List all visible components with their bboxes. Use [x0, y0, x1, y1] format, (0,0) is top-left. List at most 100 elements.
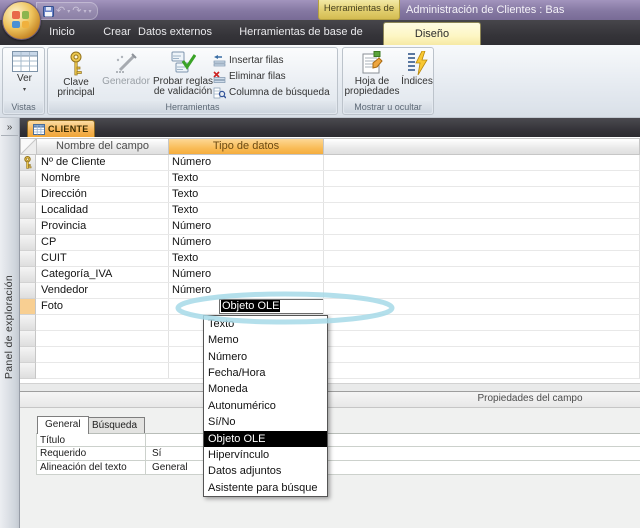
dropdown-option[interactable]: Sí/No [204, 414, 327, 430]
field-name-cell[interactable] [36, 315, 169, 331]
dropdown-option[interactable]: Objeto OLE [204, 430, 327, 447]
ver-button[interactable]: Ver ▾ [7, 51, 42, 95]
qat-customize-icon[interactable]: ▾ [88, 8, 91, 15]
data-type-cell[interactable]: Texto [168, 203, 324, 219]
data-type-cell[interactable]: Número [168, 155, 324, 171]
grid-corner-header[interactable] [20, 138, 37, 155]
description-cell[interactable] [323, 251, 640, 267]
field-name-cell[interactable]: Vendedor [36, 283, 169, 299]
description-cell[interactable] [323, 283, 640, 299]
row-selector[interactable] [20, 363, 36, 379]
row-selector[interactable] [20, 315, 36, 331]
data-type-cell[interactable]: Número [168, 267, 324, 283]
field-name-cell[interactable]: CUIT [36, 251, 169, 267]
description-cell[interactable] [323, 235, 640, 251]
property-label: Título [37, 434, 146, 447]
description-cell[interactable] [323, 155, 640, 171]
row-selector[interactable] [20, 171, 36, 187]
row-selector[interactable] [20, 235, 36, 251]
undo-caret-icon[interactable]: ▾ [67, 8, 70, 15]
data-type-cell[interactable]: Número [168, 235, 324, 251]
generador-button[interactable]: Generador [102, 51, 150, 87]
data-type-cell[interactable]: Número [168, 219, 324, 235]
hoja-propiedades-button[interactable]: Hoja de propiedades [344, 51, 400, 97]
data-type-combobox[interactable]: Objeto OLE▼ [219, 299, 323, 314]
data-type-cell[interactable]: Texto [168, 187, 324, 203]
tab-diseno-active[interactable]: Diseño [383, 22, 481, 45]
dropdown-option[interactable]: Moneda [204, 381, 327, 397]
field-name-cell[interactable]: Nombre [36, 171, 169, 187]
field-name-cell[interactable]: Nº de Cliente [36, 155, 169, 171]
column-header-tipo-de-datos[interactable]: Tipo de datos [168, 138, 324, 155]
tab-herramientas-bd[interactable]: Herramientas de base de datos [226, 20, 376, 63]
dropdown-option[interactable]: Texto [204, 316, 327, 332]
nav-pane-label[interactable]: Panel de exploración [3, 275, 15, 379]
row-selector[interactable] [20, 299, 36, 315]
dropdown-option[interactable]: Datos adjuntos [204, 463, 327, 479]
field-name-cell[interactable]: Localidad [36, 203, 169, 219]
field-name-cell[interactable]: Categoría_IVA [36, 267, 169, 283]
description-cell[interactable] [323, 187, 640, 203]
field-name-cell[interactable]: Provincia [36, 219, 169, 235]
field-name-cell[interactable] [36, 363, 169, 379]
dropdown-option[interactable]: Hipervínculo [204, 447, 327, 463]
contextual-tab-group-header: Herramientas de tabla [318, 0, 400, 32]
description-cell[interactable] [323, 315, 640, 331]
tab-crear[interactable]: Crear [96, 20, 138, 45]
data-type-cell[interactable]: Número [168, 283, 324, 299]
access-window: ↶▾ ↷▾ ▾ Herramientas de tabla Administra… [0, 0, 640, 528]
description-cell[interactable] [323, 299, 640, 315]
row-selector[interactable] [20, 331, 36, 347]
tab-inicio[interactable]: Inicio [40, 20, 84, 45]
data-type-cell[interactable]: Objeto OLE▼ [168, 299, 324, 315]
dropdown-option[interactable]: Asistente para búsque [204, 480, 327, 496]
indices-button[interactable]: Índices [401, 51, 433, 87]
columna-busqueda-button[interactable]: Columna de búsqueda [213, 85, 330, 100]
description-cell[interactable] [323, 203, 640, 219]
dropdown-option[interactable]: Fecha/Hora [204, 365, 327, 381]
row-selector[interactable] [20, 203, 36, 219]
nav-pane-expand-button[interactable]: » [1, 120, 18, 136]
description-cell[interactable] [323, 267, 640, 283]
undo-icon[interactable]: ↶ [56, 4, 65, 18]
data-type-cell[interactable]: Texto [168, 251, 324, 267]
column-header-descripcion[interactable] [323, 138, 640, 155]
row-selector[interactable] [20, 347, 36, 363]
property-tab-busqueda[interactable]: Búsqueda [84, 417, 146, 433]
combo-text-field[interactable]: Objeto OLE [220, 300, 323, 313]
field-name-cell[interactable] [36, 347, 169, 363]
dropdown-option[interactable]: Memo [204, 332, 327, 348]
insertar-filas-button[interactable]: Insertar filas [213, 53, 283, 68]
field-properties-caption: Propiedades del campo [477, 393, 583, 404]
dropdown-option[interactable]: Número [204, 349, 327, 365]
field-name-cell[interactable]: CP [36, 235, 169, 251]
row-selector[interactable] [20, 283, 36, 299]
redo-caret-icon[interactable]: ▾ [83, 8, 86, 15]
column-header-nombre-del-campo[interactable]: Nombre del campo [36, 138, 169, 155]
row-selector[interactable] [20, 251, 36, 267]
description-cell[interactable] [323, 331, 640, 347]
document-tab-cliente[interactable]: CLIENTE [27, 120, 95, 137]
dropdown-option[interactable]: Autonumérico [204, 398, 327, 414]
clave-principal-button[interactable]: Clave principal [52, 51, 100, 98]
probar-reglas-button[interactable]: Probar reglas de validación [152, 51, 214, 97]
description-cell[interactable] [323, 363, 640, 379]
save-icon[interactable] [43, 5, 54, 17]
redo-icon[interactable]: ↷ [72, 4, 81, 18]
description-cell[interactable] [323, 347, 640, 363]
field-name-cell[interactable]: Dirección [36, 187, 169, 203]
row-selector[interactable] [20, 267, 36, 283]
eliminar-filas-button[interactable]: Eliminar filas [213, 69, 286, 84]
description-cell[interactable] [323, 171, 640, 187]
row-selector[interactable] [20, 219, 36, 235]
property-tab-general[interactable]: General [37, 416, 89, 434]
field-row: CP Número [20, 235, 640, 251]
field-name-cell[interactable] [36, 331, 169, 347]
row-selector[interactable] [20, 155, 36, 171]
field-name-cell[interactable]: Foto [36, 299, 169, 315]
tab-datos-externos[interactable]: Datos externos [134, 20, 216, 45]
description-cell[interactable] [323, 219, 640, 235]
row-selector[interactable] [20, 187, 36, 203]
data-type-cell[interactable]: Texto [168, 171, 324, 187]
office-button[interactable] [2, 1, 41, 40]
